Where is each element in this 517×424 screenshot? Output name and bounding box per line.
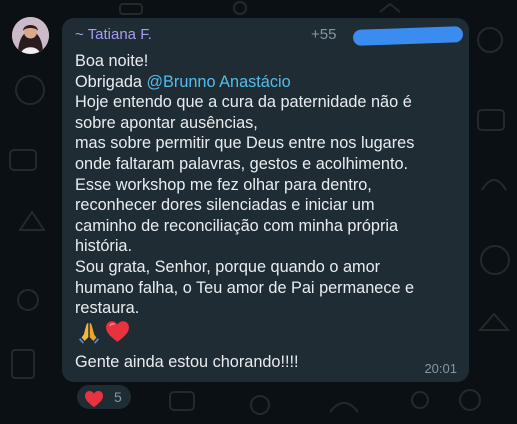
message-line: Esse workshop me fez olhar para dentro, <box>75 175 372 194</box>
mention-link[interactable]: @Brunno Anastácio <box>147 73 291 91</box>
message-line: mas sobre permitir que Deus entre nos lu… <box>75 134 415 153</box>
sender-avatar[interactable] <box>12 17 49 54</box>
message-line: Boa noite! <box>75 52 149 70</box>
sender-name[interactable]: ~ Tatiana F. <box>75 26 152 43</box>
reaction-pill[interactable]: 5 <box>75 383 133 411</box>
message-line: onde faltaram palavras, gestos e acolhim… <box>75 154 409 173</box>
phone-redaction <box>352 26 464 46</box>
message-line: sobre apontar ausências, <box>75 113 258 132</box>
message-line: Sou grata, Senhor, porque quando o amor <box>75 257 381 276</box>
sender-row: ~ Tatiana F. +55 <box>75 26 464 46</box>
praying-hands-icon <box>77 320 101 350</box>
message-line: reconhecer dores silenciadas e iniciar u… <box>75 196 375 215</box>
thanks-text: Obrigada <box>75 72 147 91</box>
message-line: caminho de reconciliação com minha própr… <box>75 216 399 235</box>
emoji-row <box>77 320 461 350</box>
message-timestamp: 20:01 <box>424 361 457 376</box>
sender-phone: +55 <box>311 26 337 43</box>
red-heart-icon <box>84 390 104 413</box>
message-bubble[interactable]: ~ Tatiana F. +55 Boa noite! Obrigada @Br… <box>62 18 469 382</box>
message-line: história. <box>75 237 133 256</box>
message-line: Hoje entendo que a cura da paternidade n… <box>75 93 412 112</box>
message-line: restaura. <box>75 299 140 318</box>
message-last-line: Gente ainda estou chorando!!!! <box>75 352 299 371</box>
message-line: humano falha, o Teu amor de Pai permanec… <box>75 278 415 297</box>
message-line: Obrigada @Brunno Anastácio <box>75 72 461 93</box>
message-text: Boa noite! Obrigada @Brunno Anastácio Ho… <box>75 51 461 372</box>
red-heart-icon <box>105 320 130 349</box>
reaction-count: 5 <box>114 389 122 405</box>
